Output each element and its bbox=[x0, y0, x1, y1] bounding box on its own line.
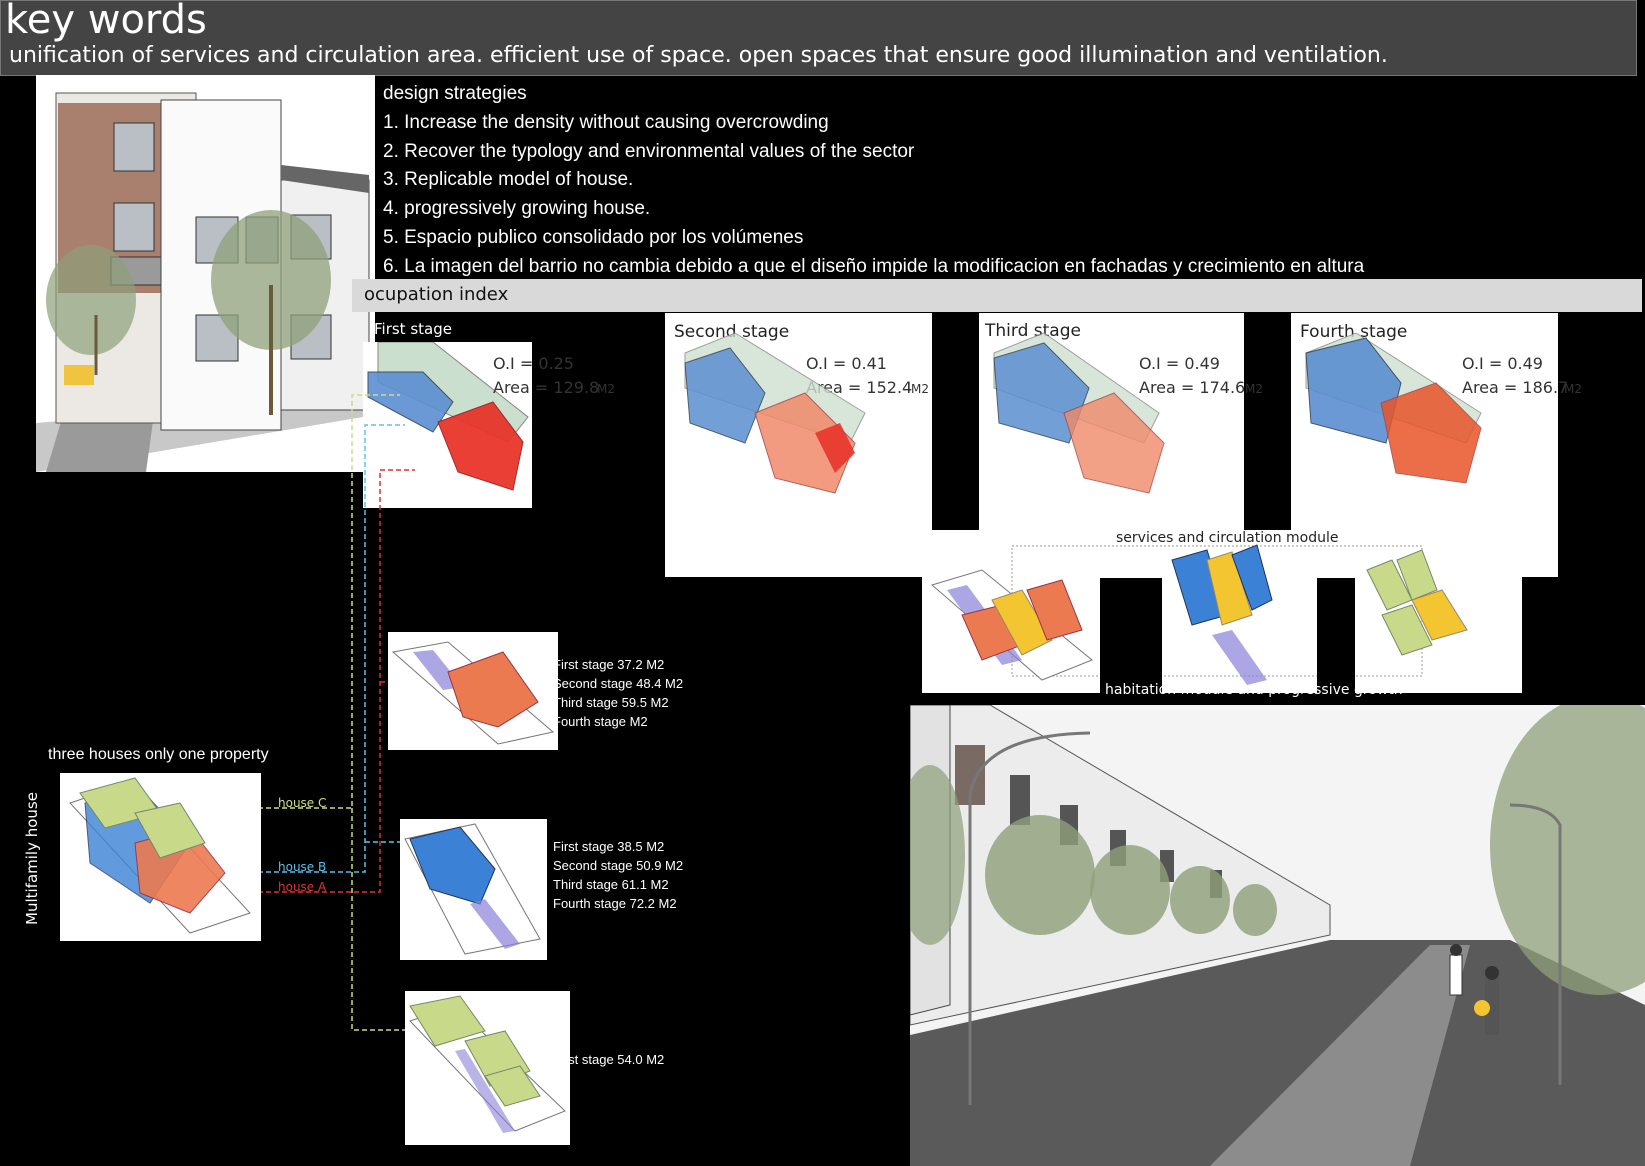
house-b-panel bbox=[400, 819, 547, 960]
street-view-render bbox=[910, 705, 1645, 1166]
multifamily-panel bbox=[60, 773, 261, 941]
third-stage-unit: M2 bbox=[1245, 382, 1263, 396]
modules-diagrams bbox=[930, 544, 1468, 693]
house-a-stage: Third stage 59.5 M2 bbox=[553, 695, 669, 710]
third-stage-volume-diagram bbox=[993, 332, 1165, 494]
panel-gap bbox=[933, 313, 979, 558]
house-b-label: house B bbox=[278, 860, 327, 874]
street-view-illustration bbox=[910, 705, 1645, 1166]
multifamily-volume bbox=[69, 777, 251, 934]
fourth-stage-unit: M2 bbox=[1564, 382, 1582, 396]
house-a-stages: First stage 37.2 M2 Second stage 48.4 M2… bbox=[553, 655, 683, 731]
house-a-panel bbox=[388, 632, 558, 750]
house-a-label: house A bbox=[278, 880, 327, 894]
services-module-label: services and circulation module bbox=[1116, 530, 1339, 546]
house-c-panel bbox=[405, 991, 570, 1145]
third-stage-panel: Third stage O.I = 0.49 Area = 174.6 bbox=[979, 313, 1245, 553]
house-b-stage: Second stage 50.9 M2 bbox=[553, 858, 684, 873]
house-a-stage: Fourth stage M2 bbox=[553, 714, 648, 729]
three-houses-title: three houses only one property bbox=[48, 746, 269, 763]
house-c-volume bbox=[409, 995, 566, 1133]
house-b-volume bbox=[404, 823, 541, 955]
house-a-volume bbox=[391, 641, 555, 745]
second-stage-volume-diagram bbox=[684, 332, 866, 494]
house-c-stages: First stage 54.0 M2 bbox=[553, 1050, 664, 1069]
house-a-stage: Second stage 48.4 M2 bbox=[553, 676, 684, 691]
house-b-stage: First stage 38.5 M2 bbox=[553, 839, 665, 854]
house-b-stage: Fourth stage 72.2 M2 bbox=[553, 896, 677, 911]
multifamily-label: Multifamily house bbox=[23, 792, 41, 925]
modules-panel: services and circulation module bbox=[922, 530, 1522, 693]
second-stage-panel: Second stage O.I = 0.41 Area = 152.4 M2 bbox=[665, 313, 932, 577]
house-a-stage: First stage 37.2 M2 bbox=[553, 657, 665, 672]
house-c-stage: First stage 54.0 M2 bbox=[553, 1052, 665, 1067]
first-stage-unit: M2 bbox=[597, 382, 615, 396]
house-b-stages: First stage 38.5 M2 Second stage 50.9 M2… bbox=[553, 837, 683, 913]
house-c-label: house C bbox=[278, 796, 327, 810]
house-b-stage: Third stage 61.1 M2 bbox=[553, 877, 669, 892]
habitation-module-label: habitation module and progressive growth bbox=[1105, 682, 1403, 698]
